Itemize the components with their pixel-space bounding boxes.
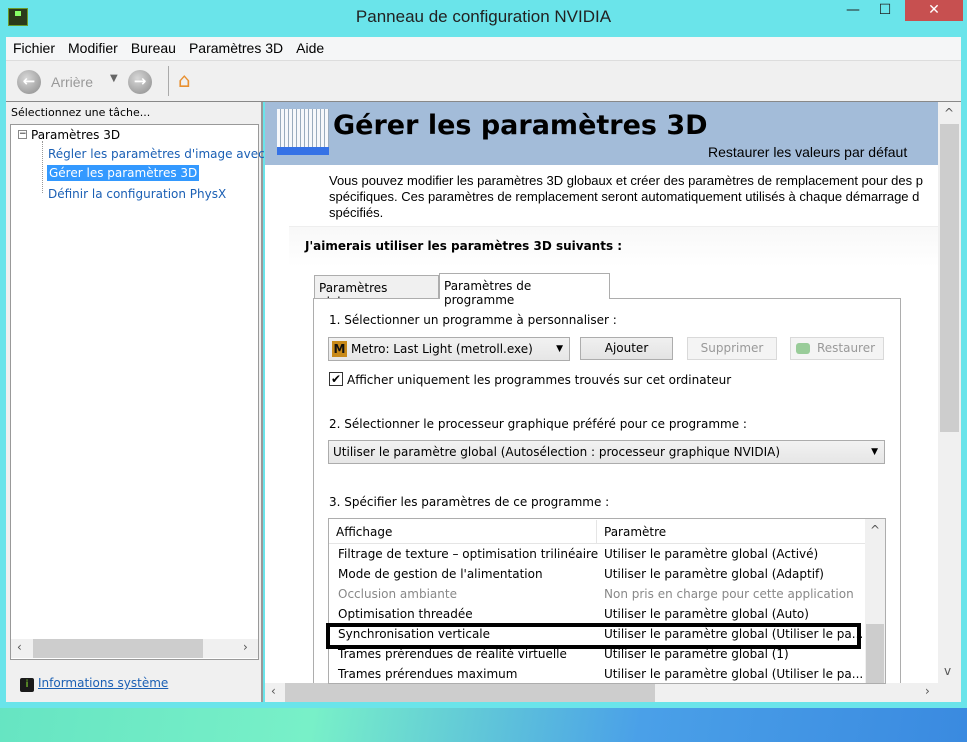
tab-program-settings[interactable]: Paramètres de programme <box>439 273 610 307</box>
scroll-thumb[interactable] <box>940 124 959 432</box>
remove-button[interactable]: Supprimer <box>687 337 777 360</box>
chevron-down-icon: ▼ <box>556 344 563 354</box>
minimize-button[interactable]: — <box>838 0 868 21</box>
show-found-programs-label[interactable]: Afficher uniquement les programmes trouv… <box>347 373 731 387</box>
restore-defaults-link[interactable]: Restaurer les valeurs par défaut <box>708 144 907 160</box>
scroll-right-icon[interactable]: › <box>243 640 248 654</box>
page-header: Gérer les paramètres 3D Restaurer les va… <box>265 102 938 165</box>
scroll-up-icon[interactable]: ^ <box>944 106 954 120</box>
page-title: Gérer les paramètres 3D <box>333 110 708 141</box>
tree-item-physx[interactable]: Définir la configuration PhysX <box>48 187 226 201</box>
metro-game-icon: M <box>332 341 347 357</box>
settings-row[interactable]: Mode de gestion de l'alimentation Utilise… <box>329 565 865 585</box>
scroll-thumb[interactable] <box>285 683 655 702</box>
history-dropdown-icon[interactable]: ▼ <box>110 73 118 84</box>
collapse-icon[interactable]: − <box>18 130 27 139</box>
program-settings-list: Affichage Paramètre Filtrage de texture … <box>328 518 886 684</box>
list-header: Affichage Paramètre <box>329 520 865 544</box>
3d-settings-icon <box>277 109 329 155</box>
setting-value[interactable]: Non pris en charge pour cette applicatio… <box>604 585 854 604</box>
setting-value[interactable]: Utiliser le paramètre global (Adaptif) <box>604 565 824 584</box>
setting-value[interactable]: Utiliser le paramètre global (Utiliser l… <box>604 665 863 683</box>
task-tree: − Paramètres 3D Régler les paramètres d'… <box>10 124 265 660</box>
program-dropdown[interactable]: M Metro: Last Light (metroll.exe) ▼ <box>328 337 570 361</box>
content-vertical-scrollbar[interactable]: ^ v <box>938 102 961 683</box>
toolbar: ← Arrière ▼ → ⌂ <box>6 61 961 102</box>
restore-button[interactable]: Restaurer <box>790 337 884 360</box>
scroll-up-icon[interactable]: ^ <box>870 523 880 537</box>
highlight-box-vsync <box>326 623 861 649</box>
scroll-thumb[interactable] <box>33 639 203 658</box>
show-found-programs-checkbox[interactable]: ✔ <box>329 372 343 386</box>
menu-parametres-3d[interactable]: Paramètres 3D <box>182 37 289 56</box>
system-info-link[interactable]: Informations système <box>38 676 168 690</box>
menu-fichier[interactable]: Fichier <box>6 37 61 56</box>
setting-feature: Optimisation threadée <box>338 607 473 621</box>
program-dropdown-value: Metro: Last Light (metroll.exe) <box>351 342 533 356</box>
column-header-feature[interactable]: Affichage <box>336 520 392 544</box>
setting-feature: Trames prérendues maximum <box>338 667 518 681</box>
window-title: Panneau de configuration NVIDIA <box>355 7 612 26</box>
step3-label: 3. Spécifier les paramètres de ce progra… <box>329 495 610 509</box>
add-button[interactable]: Ajouter <box>580 337 673 360</box>
forward-arrow-icon[interactable]: → <box>128 70 152 94</box>
tab-global-settings[interactable]: Paramètres globaux <box>314 275 439 309</box>
description-line: spécifiés. <box>329 205 384 220</box>
back-arrow-icon[interactable]: ← <box>17 70 41 94</box>
info-icon: i <box>20 678 34 692</box>
nvidia-logo-icon <box>796 343 810 354</box>
menu-bar: Fichier Modifier Bureau Paramètres 3D Aide <box>6 37 961 61</box>
content-horizontal-scrollbar[interactable]: ‹ › <box>265 683 961 702</box>
scroll-left-icon[interactable]: ‹ <box>17 640 22 654</box>
gpu-dropdown[interactable]: Utiliser le paramètre global (Autosélect… <box>328 440 885 464</box>
page-description: Vous pouvez modifier les paramètres 3D g… <box>329 173 938 221</box>
restore-button-label: Restaurer <box>816 341 876 355</box>
menu-modifier[interactable]: Modifier <box>61 37 124 56</box>
step1-label: 1. Sélectionner un programme à personnal… <box>329 313 617 327</box>
back-button-label[interactable]: Arrière <box>51 74 93 90</box>
toolbar-divider <box>168 66 169 96</box>
settings-row[interactable]: Filtrage de texture – optimisation trili… <box>329 545 865 565</box>
tree-item-image-settings[interactable]: Régler les paramètres d'image avec <box>48 147 265 161</box>
nvidia-control-panel-window: Panneau de configuration NVIDIA — ☐ ✕ Fi… <box>0 0 967 708</box>
task-pane: Sélectionnez une tâche... − Paramètres 3… <box>6 102 265 702</box>
setting-feature: Filtrage de texture – optimisation trili… <box>338 547 599 561</box>
menu-bureau[interactable]: Bureau <box>124 37 182 56</box>
section-heading: J'aimerais utiliser les paramètres 3D su… <box>305 239 623 253</box>
settings-row[interactable]: Occlusion ambiante Non pris en charge pou… <box>329 585 865 605</box>
column-header-setting[interactable]: Paramètre <box>596 520 666 544</box>
title-bar: Panneau de configuration NVIDIA — ☐ ✕ <box>0 0 967 37</box>
description-line: Vous pouvez modifier les paramètres 3D g… <box>329 173 923 188</box>
setting-feature: Mode de gestion de l'alimentation <box>338 567 543 581</box>
description-line: spécifiques. Ces paramètres de remplacem… <box>329 189 920 204</box>
setting-feature: Occlusion ambiante <box>338 587 457 601</box>
gpu-dropdown-value: Utiliser le paramètre global (Autosélect… <box>333 445 780 459</box>
setting-value[interactable]: Utiliser le paramètre global (Auto) <box>604 605 809 624</box>
tree-root-parametres-3d[interactable]: Paramètres 3D <box>31 128 120 142</box>
tree-horizontal-scrollbar[interactable]: ‹ › <box>11 639 258 658</box>
tree-item-manage-3d[interactable]: Gérer les paramètres 3D <box>47 165 200 181</box>
step2-label: 2. Sélectionner le processeur graphique … <box>329 417 747 431</box>
scroll-thumb[interactable] <box>866 624 884 683</box>
chevron-down-icon: ▼ <box>871 447 878 457</box>
settings-row[interactable]: Optimisation threadée Utiliser le paramèt… <box>329 605 865 625</box>
close-button[interactable]: ✕ <box>905 0 963 21</box>
scroll-left-icon[interactable]: ‹ <box>271 684 276 698</box>
scroll-right-icon[interactable]: › <box>925 684 930 698</box>
task-pane-header: Sélectionnez une tâche... <box>11 106 151 119</box>
list-vertical-scrollbar[interactable]: ^ <box>865 519 885 683</box>
settings-row[interactable]: Trames prérendues maximum Utiliser le par… <box>329 665 865 683</box>
scroll-down-icon[interactable]: v <box>944 664 951 678</box>
home-icon[interactable]: ⌂ <box>178 68 191 92</box>
tree-line <box>42 141 43 193</box>
maximize-button[interactable]: ☐ <box>870 0 900 21</box>
setting-value[interactable]: Utiliser le paramètre global (Activé) <box>604 545 818 564</box>
menu-aide[interactable]: Aide <box>289 37 330 56</box>
